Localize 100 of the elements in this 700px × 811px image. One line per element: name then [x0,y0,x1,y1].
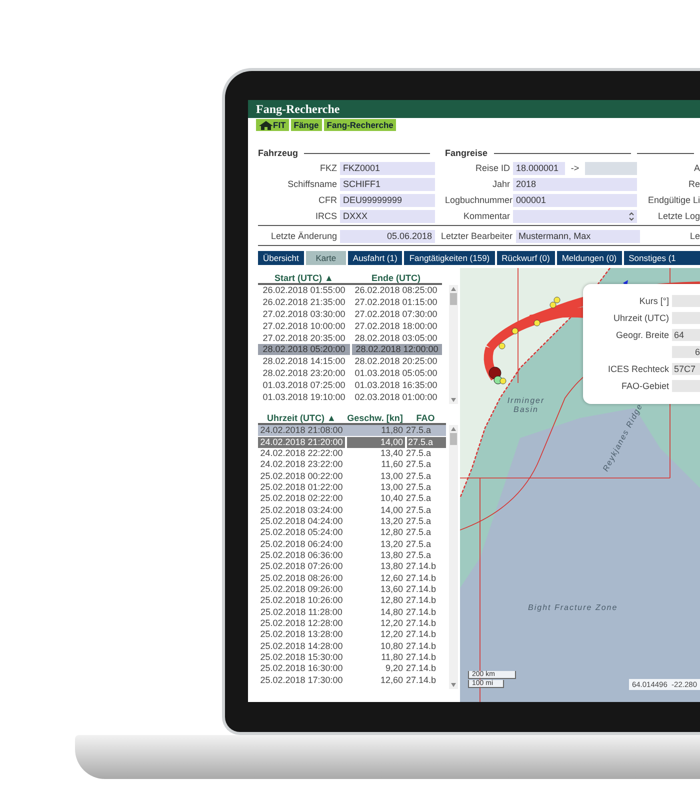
table-cell[interactable]: 12,80 [345,527,405,538]
table-cell[interactable]: 02.03.2018 01:00:00 [350,392,442,403]
table-cell[interactable]: 25.02.2018 04:24:00 [258,516,345,527]
table-cell[interactable]: 27.14.b [405,584,446,595]
table-cell[interactable]: 10,80 [345,640,405,652]
table-cell[interactable]: 27.14.b [405,561,446,572]
table-cell[interactable]: 27.14.b [405,572,446,584]
input-field[interactable]: 2018 [513,178,637,190]
table-cell[interactable]: 27.5.a [405,482,446,493]
table-cell[interactable]: 24.02.2018 23:22:00 [258,459,345,470]
scrollbar[interactable] [449,425,458,689]
input-field[interactable]: DEU99999999 [340,194,435,206]
table-cell[interactable]: 14,80 [345,606,405,618]
input-field[interactable]: FKZ0001 [340,162,435,174]
table-cell[interactable]: 13,80 [345,561,405,572]
table-cell[interactable]: 27.02.2018 03:30:00 [258,308,350,320]
table-cell[interactable]: 13,80 [345,550,405,561]
table-cell[interactable]: 25.02.2018 17:30:00 [258,674,345,686]
table-cell[interactable]: 24.02.2018 21:08:00 [258,425,345,436]
table-cell[interactable]: 26.02.2018 01:55:00 [258,285,350,296]
input-field[interactable]: 18.000001 [513,162,565,174]
table-cell[interactable]: 25.02.2018 16:30:00 [258,663,345,674]
table-cell[interactable]: 12,60 [345,674,405,686]
table-cell[interactable]: 13,00 [345,482,405,493]
table-cell[interactable]: 25.02.2018 12:28:00 [258,618,345,630]
table-cell[interactable]: 01.03.2018 05:05:00 [350,368,442,379]
scroll-up-icon[interactable] [451,427,456,431]
table-cell[interactable]: 11,60 [345,459,405,470]
breadcrumb-link[interactable]: Fänge [290,119,322,131]
table-cell[interactable]: 27.14.b [405,652,446,664]
input-field[interactable]: Mustermann, Max [516,230,640,242]
table-cell[interactable]: 25.02.2018 15:30:00 [258,652,345,664]
scrollbar[interactable] [449,285,458,404]
table-cell[interactable]: 12,80 [345,595,405,606]
table-cell[interactable]: 25.02.2018 07:26:00 [258,561,345,572]
table-cell[interactable]: 27.02.2018 18:00:00 [350,320,442,332]
input-field[interactable]: 6 [672,346,700,358]
table-cell[interactable]: 25.02.2018 01:22:00 [258,482,345,493]
breadcrumb-link[interactable]: Fang-Recherche [324,119,396,131]
input-field[interactable]: 57C7 [672,362,700,374]
column-header[interactable]: Start (UTC) ▲ [258,272,350,282]
table-cell[interactable]: 27.5.a [405,538,446,550]
table-cell[interactable]: 27.5.a [405,516,446,527]
table-cell[interactable]: 25.02.2018 03:24:00 [258,504,345,516]
tab[interactable]: Ausfahrt (1) [348,251,402,265]
home-icon[interactable] [259,120,273,130]
tab[interactable]: Übersicht [258,251,304,265]
table-cell[interactable]: 28.02.2018 05:20:00 [258,344,350,356]
table-cell[interactable]: 28.02.2018 20:25:00 [350,356,442,368]
table-cell[interactable]: 25.02.2018 13:28:00 [258,629,345,640]
table-cell[interactable]: 28.02.2018 12:00:00 [352,344,442,356]
input-field[interactable]: 000001 [513,194,637,206]
input-field[interactable] [672,312,700,324]
scroll-up-icon[interactable] [451,287,456,291]
spinner-icon[interactable] [629,212,634,220]
table-cell[interactable]: 27.14.b [405,640,446,652]
table-cell[interactable]: 11,80 [345,425,405,436]
table-cell[interactable]: 01.03.2018 07:25:00 [258,380,350,391]
table-cell[interactable]: 27.14.b [405,595,446,606]
column-header[interactable]: Uhrzeit (UTC) ▲ [258,412,345,422]
input-field[interactable] [672,380,700,392]
table-cell[interactable]: 27.02.2018 07:30:00 [350,308,442,320]
table-cell[interactable]: 13,20 [345,516,405,527]
table-cell[interactable]: 11,80 [345,652,405,664]
tab[interactable]: Sonstiges (1 [624,251,700,265]
scroll-thumb[interactable] [450,433,457,445]
table-cell[interactable]: 27.14.b [405,629,446,640]
table-cell[interactable]: 27.02.2018 10:00:00 [258,320,350,332]
input-field[interactable] [672,294,700,306]
column-header[interactable]: Ende (UTC) [350,272,442,282]
scroll-down-icon[interactable] [451,683,456,687]
input-field[interactable]: SCHIFF1 [340,178,435,190]
table-cell[interactable]: 27.5.a [405,504,446,516]
table-cell[interactable]: 24.02.2018 22:22:00 [258,448,345,459]
table-cell[interactable]: 25.02.2018 09:26:00 [258,584,345,595]
table-cell[interactable]: 9,20 [345,663,405,674]
input-field[interactable]: 05.06.2018 [340,230,435,242]
table-cell[interactable]: 27.02.2018 01:15:00 [350,297,442,308]
tab[interactable]: Meldungen (0) [556,251,622,265]
table-cell[interactable]: 27.5.a [405,459,446,470]
table-cell[interactable]: 27.14.b [405,618,446,630]
table-cell[interactable]: 27.5.a [407,436,446,448]
input-field[interactable]: DXXX [340,210,435,222]
table-cell[interactable]: 28.02.2018 14:15:00 [258,356,350,368]
table-cell[interactable]: 28.02.2018 03:05:00 [350,332,442,344]
table-cell[interactable]: 25.02.2018 06:24:00 [258,538,345,550]
tab[interactable]: Fangtätigkeiten (159) [404,251,495,265]
table-cell[interactable]: 27.5.a [405,550,446,561]
table-cell[interactable]: 27.02.2018 20:35:00 [258,332,350,344]
table-cell[interactable]: 24.02.2018 21:20:00 [258,436,345,448]
column-header[interactable]: FAO [405,412,446,422]
table-cell[interactable]: 25.02.2018 10:26:00 [258,595,345,606]
table-cell[interactable]: 25.02.2018 11:28:00 [258,606,345,618]
breadcrumb-link[interactable]: FIT [256,119,289,131]
table-cell[interactable]: 10,40 [345,493,405,504]
table-cell[interactable]: 14,00 [347,436,405,448]
scroll-thumb[interactable] [450,293,457,305]
table-cell[interactable]: 27.5.a [405,425,446,436]
table-cell[interactable]: 27.14.b [405,606,446,618]
scroll-down-icon[interactable] [451,398,456,402]
